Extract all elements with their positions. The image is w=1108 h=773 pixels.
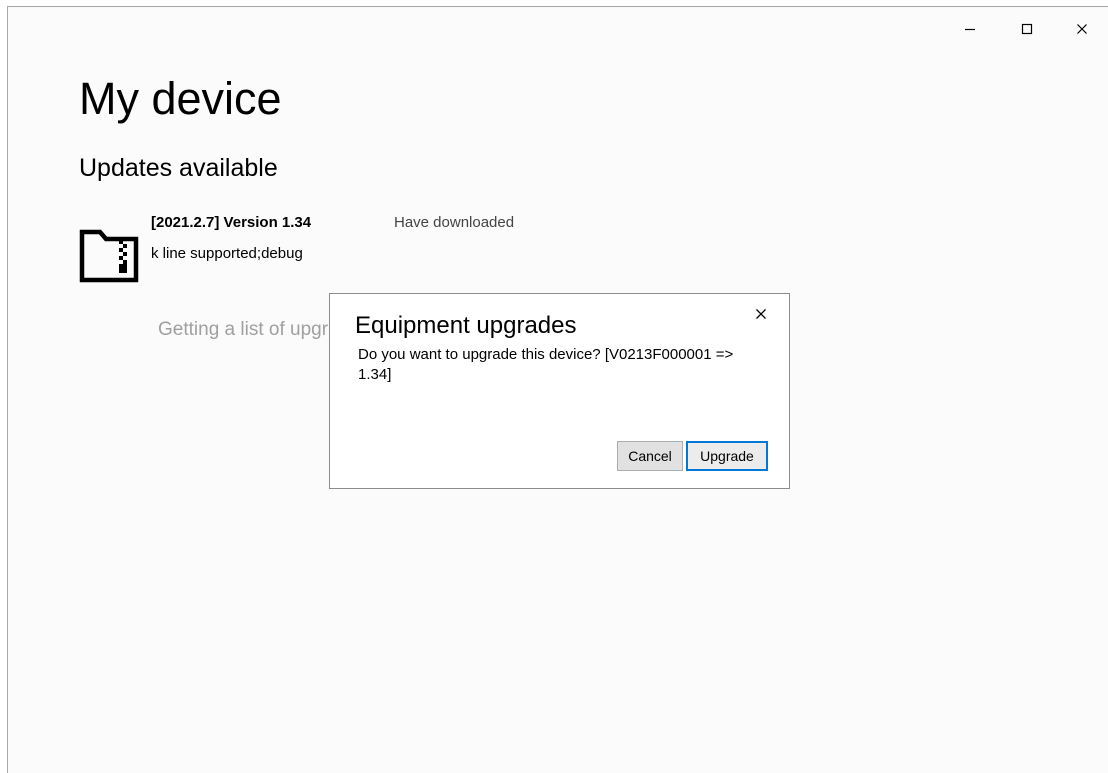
close-icon xyxy=(756,309,766,319)
cancel-button[interactable]: Cancel xyxy=(617,441,683,471)
update-description: k line supported;debug xyxy=(151,245,303,262)
upgrade-dialog: Equipment upgrades Do you want to upgrad… xyxy=(329,293,790,489)
app-window: My device Updates available [2021.2.7] V… xyxy=(0,0,1108,773)
loading-status-text: Getting a list of upgr xyxy=(158,319,329,340)
update-status: Have downloaded xyxy=(394,214,515,231)
update-list-item[interactable]: [2021.2.7] Version 1.34 Have downloaded … xyxy=(79,210,549,285)
maximize-button[interactable] xyxy=(1012,14,1042,44)
page-title: My device xyxy=(79,73,282,124)
minimize-icon xyxy=(965,28,975,31)
minimize-button[interactable] xyxy=(955,14,985,44)
dialog-message-line: 1.34] xyxy=(358,366,392,383)
upgrade-button[interactable]: Upgrade xyxy=(686,441,768,471)
zip-folder-icon xyxy=(79,229,139,283)
dialog-close-button[interactable] xyxy=(749,302,773,326)
maximize-icon xyxy=(1021,23,1033,35)
update-version-title: [2021.2.7] Version 1.34 xyxy=(151,214,312,231)
dialog-message: Do you want to upgrade this device? [V02… xyxy=(358,345,733,385)
section-title: Updates available xyxy=(79,154,278,182)
close-window-button[interactable] xyxy=(1067,14,1097,44)
dialog-title: Equipment upgrades xyxy=(355,312,577,339)
close-icon xyxy=(1077,24,1087,34)
dialog-message-line: Do you want to upgrade this device? [V02… xyxy=(358,346,734,363)
